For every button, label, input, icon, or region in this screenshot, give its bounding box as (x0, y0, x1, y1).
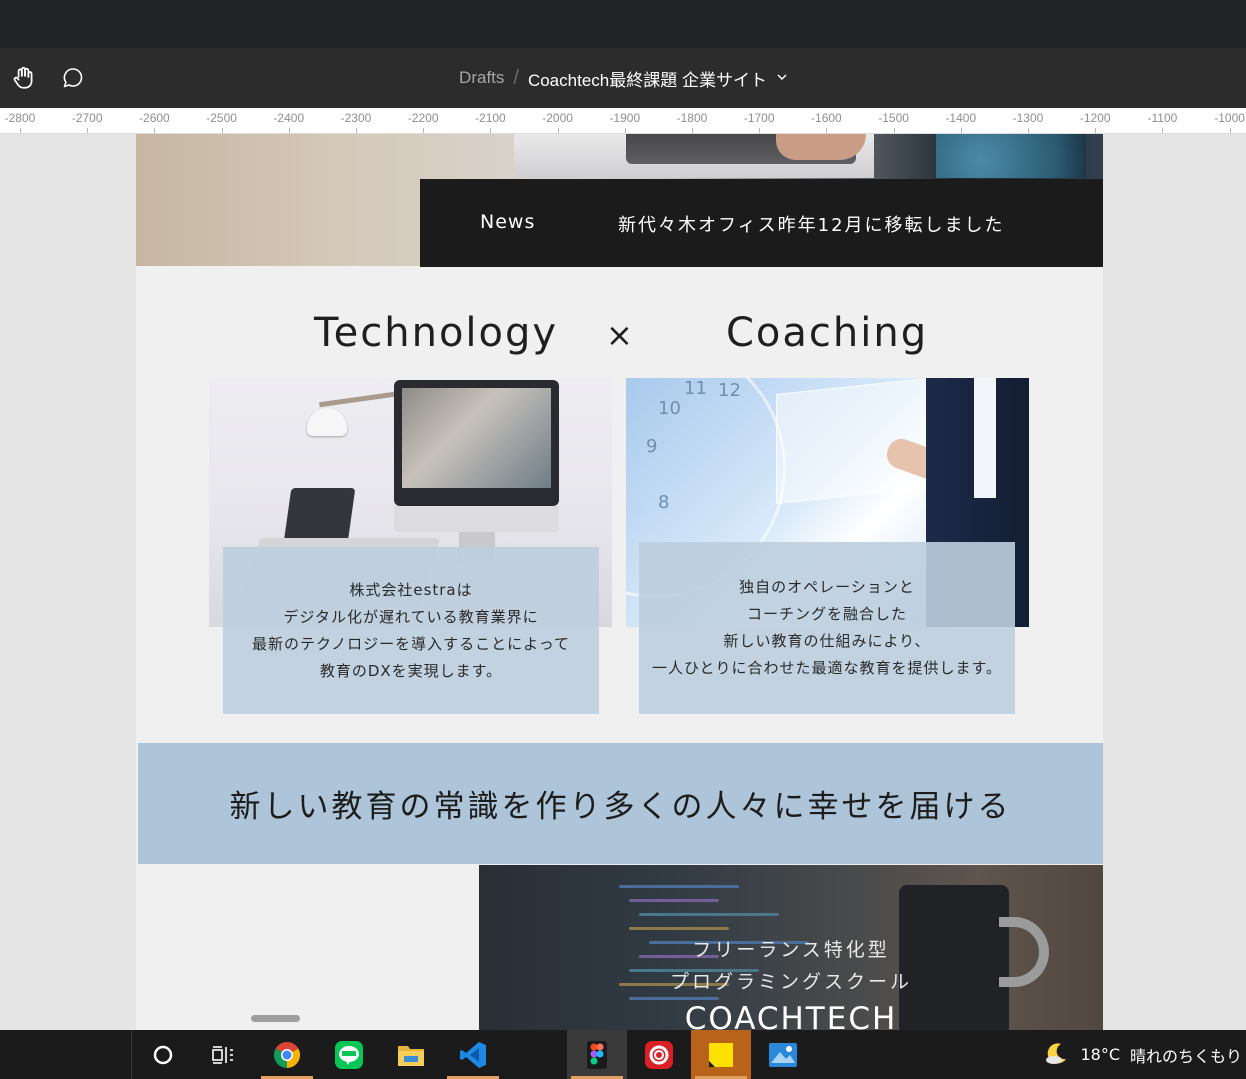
ruler-tick-mark (1229, 128, 1231, 133)
design-canvas[interactable]: News 新代々木オフィス昨年12月に移転しました Technology × C… (0, 134, 1246, 1030)
ruler-tick-label: -1900 (609, 111, 641, 125)
headline-times: × (606, 316, 633, 354)
card-line: コーチングを融合した (746, 605, 907, 623)
ruler-tick-label: -2100 (475, 111, 506, 125)
school-name: COACHTECH (684, 1001, 898, 1030)
news-text: 新代々木オフィス昨年12月に移転しました (618, 215, 1005, 236)
breadcrumb-separator: / (513, 66, 519, 89)
ruler-tick-mark (356, 128, 357, 133)
ruler-tick-mark (960, 128, 962, 133)
ruler-tick-mark (154, 128, 156, 133)
card-line: 一人ひとりに合わせた最適な教育を提供します。 (651, 659, 1003, 677)
coaching-card: 独自のオペレーションと コーチングを融合した 新しい教育の仕組みにより、 一人ひ… (639, 542, 1015, 714)
headline-coaching: Coaching (726, 310, 929, 356)
clock-number: 12 (718, 380, 741, 401)
headline-technology: Technology (314, 310, 559, 356)
card-line: デジタル化が遅れている教育業界に (283, 607, 539, 626)
clock-number: 11 (684, 378, 707, 399)
chevron-down-icon[interactable] (777, 72, 787, 84)
ruler-tick-label: -2300 (340, 111, 372, 125)
ruler-tick-label: -2700 (71, 111, 103, 125)
ruler-tick-mark (893, 128, 895, 133)
creative-cloud-icon[interactable] (629, 1030, 689, 1079)
photos-icon[interactable] (753, 1030, 813, 1079)
ruler-tick-label: -1800 (676, 111, 708, 125)
design-frame[interactable]: News 新代々木オフィス昨年12月に移転しました Technology × C… (136, 134, 1103, 1030)
ruler-tick-mark (87, 128, 89, 133)
breadcrumb: Drafts / Coachtech最終課題 企業サイト (0, 48, 1246, 108)
ruler-tick-label: -1100 (1147, 111, 1178, 125)
weather-condition[interactable]: 晴れのちくもり (1130, 1043, 1242, 1067)
card-line: 独自のオペレーションと (739, 578, 915, 596)
ruler-tick-label: -2800 (4, 111, 36, 125)
ruler-tick-mark (221, 128, 223, 133)
mission-text: 新しい教育の常識を作り多くの人々に幸せを届ける (229, 789, 1012, 825)
ruler-tick-mark (557, 128, 559, 133)
task-view-icon[interactable] (193, 1030, 253, 1079)
figma-toolbar: Drafts / Coachtech最終課題 企業サイト (0, 48, 1246, 108)
line-icon[interactable] (319, 1030, 379, 1079)
ruler-tick-mark (826, 128, 828, 133)
coachtech-image: フリーランス特化型 プログラミングスクール COACHTECH (479, 865, 1103, 1030)
ruler-tick-mark (1028, 128, 1029, 133)
ruler-tick-mark (490, 128, 492, 133)
card-line: 最新のテクノロジーを導入することによって (252, 634, 570, 653)
horizontal-ruler: -2800 -2700 -2600 -2500 -2400 -2300 -2200 -2100… (0, 108, 1246, 134)
chrome-icon[interactable] (257, 1030, 317, 1079)
ruler-tick-mark (20, 128, 21, 133)
ruler-tick-label: -2200 (407, 111, 439, 125)
ruler-tick-mark (423, 128, 425, 133)
news-bar: News 新代々木オフィス昨年12月に移転しました (420, 179, 1103, 267)
weather-moon-icon[interactable] (1044, 1040, 1070, 1070)
figma-icon[interactable] (567, 1030, 627, 1079)
weather-temperature[interactable]: 18°C (1080, 1045, 1120, 1064)
ruler-tick-label: -2400 (273, 111, 305, 125)
system-tray: 18°C 晴れのちくもり (1044, 1030, 1246, 1079)
card-line: 新しい教育の仕組みにより、 (723, 632, 931, 650)
ruler-tick-mark (759, 128, 761, 133)
file-explorer-icon[interactable] (381, 1030, 441, 1079)
ruler-tick-mark (692, 128, 693, 133)
card-line: 株式会社estraは (349, 580, 473, 599)
ruler-tick-mark (288, 128, 290, 133)
clock-number: 10 (658, 398, 681, 419)
window-titlebar (0, 0, 1246, 48)
mission-banner: 新しい教育の常識を作り多くの人々に幸せを届ける (138, 743, 1103, 864)
ruler-tick-label: -1600 (811, 111, 842, 125)
clock-number: 9 (646, 436, 658, 457)
ruler-tick-label: -2000 (542, 111, 573, 125)
ruler-tick-mark (1095, 128, 1097, 133)
school-tagline-1: フリーランス特化型 (692, 939, 890, 961)
taskbar-start-area[interactable] (0, 1030, 132, 1079)
ruler-tick-label: -1700 (743, 111, 775, 125)
sticky-notes-icon[interactable] (691, 1030, 751, 1079)
canvas-scroll-handle[interactable] (251, 1015, 300, 1022)
news-label: News (480, 211, 536, 233)
ruler-tick-label: -2600 (139, 111, 170, 125)
ruler-tick-label: -1400 (945, 111, 977, 125)
ruler-tick-mark (1162, 128, 1164, 133)
cortana-icon[interactable] (133, 1030, 193, 1079)
windows-taskbar: 18°C 晴れのちくもり (0, 1030, 1246, 1079)
ruler-tick-label: -2500 (206, 111, 237, 125)
school-tagline-2: プログラミングスクール (669, 971, 912, 993)
ruler-tick-label: -1500 (878, 111, 909, 125)
clock-number: 8 (658, 492, 670, 513)
ruler-tick-label: -1000 (1214, 111, 1245, 125)
card-line: 教育のDXを実現します。 (319, 661, 503, 680)
ruler-tick-mark (624, 128, 626, 133)
ruler-tick-label: -1200 (1079, 111, 1111, 125)
technology-card: 株式会社estraは デジタル化が遅れている教育業界に 最新のテクノロジーを導入… (223, 547, 599, 714)
vscode-icon[interactable] (443, 1030, 503, 1079)
breadcrumb-drafts-link[interactable]: Drafts (459, 68, 504, 88)
file-name[interactable]: Coachtech最終課題 企業サイト (528, 66, 767, 91)
ruler-tick-label: -1300 (1012, 111, 1044, 125)
